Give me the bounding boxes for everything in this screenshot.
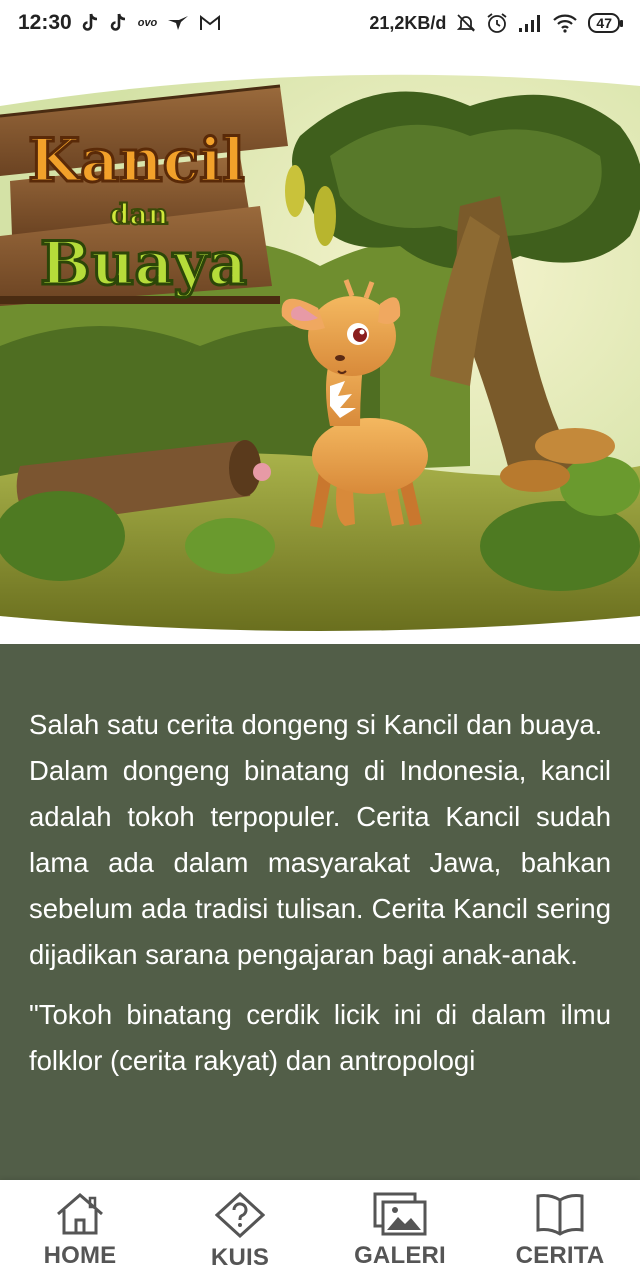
title-dan: dan bbox=[110, 198, 168, 231]
nav-kuis-label: KUIS bbox=[210, 1244, 270, 1271]
nav-kuis[interactable]: KUIS bbox=[190, 1180, 290, 1280]
alarm-icon bbox=[486, 12, 508, 34]
story-text-panel[interactable]: Salah satu cerita dongeng si Kancil dan … bbox=[0, 644, 640, 1180]
story-cover-image: Kancil dan Buaya bbox=[0, 46, 640, 644]
gmail-icon bbox=[199, 14, 221, 32]
bell-off-icon bbox=[456, 13, 476, 33]
quiz-icon bbox=[215, 1192, 265, 1238]
title-kancil: Kancil bbox=[28, 126, 245, 196]
tiktok-icon bbox=[82, 13, 100, 33]
nav-home-label: HOME bbox=[43, 1242, 117, 1269]
nav-home[interactable]: HOME bbox=[18, 1180, 142, 1280]
story-paragraph-2: "Tokoh binatang cerdik licik ini di dala… bbox=[29, 999, 611, 1076]
nav-galeri-label: GALERI bbox=[354, 1242, 446, 1269]
ovo-icon: ovo bbox=[137, 17, 158, 29]
bird-icon bbox=[167, 14, 189, 32]
book-icon bbox=[536, 1194, 584, 1236]
gallery-icon bbox=[373, 1192, 427, 1236]
home-icon bbox=[57, 1193, 103, 1235]
nav-cerita[interactable]: CERITA bbox=[505, 1180, 615, 1280]
status-time: 12:30 bbox=[18, 11, 72, 34]
story-paragraph-1: Salah satu cerita dongeng si Kancil dan … bbox=[29, 709, 611, 970]
battery-icon: 47 bbox=[588, 13, 623, 33]
wifi-icon bbox=[552, 13, 578, 33]
status-bar: 12:30 ovo 21,2KB/d 47 bbox=[0, 0, 640, 46]
bottom-navigation: HOME KUIS GALERI CERITA bbox=[0, 1180, 640, 1280]
tiktok-icon bbox=[110, 13, 128, 33]
nav-cerita-label: CERITA bbox=[515, 1242, 605, 1269]
network-speed: 21,2KB/d bbox=[369, 12, 447, 33]
nav-galeri[interactable]: GALERI bbox=[340, 1180, 460, 1280]
signal-icon bbox=[518, 14, 542, 32]
title-buaya: Buaya bbox=[40, 229, 247, 299]
